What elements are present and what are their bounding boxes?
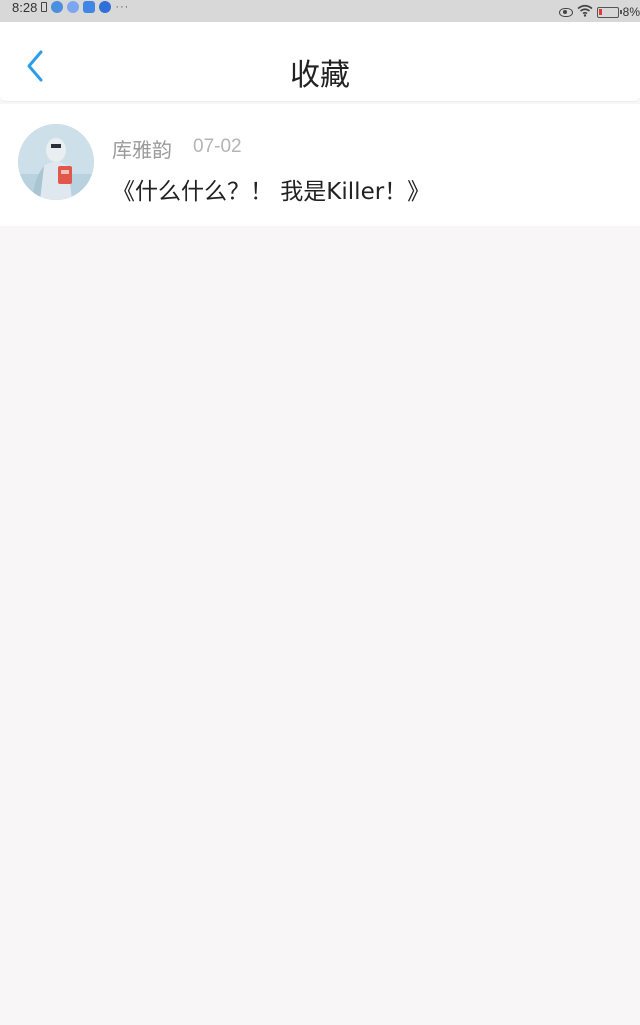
- status-bar: 8:28 ··· 8%: [0, 0, 640, 22]
- post-date: 07-02: [193, 136, 242, 157]
- status-right: 8%: [558, 4, 640, 20]
- battery-level: 8%: [622, 5, 640, 19]
- favorite-item[interactable]: 库雅韵 07-02 《什么什么？！ 我是Killer！》: [0, 104, 640, 226]
- post-title[interactable]: 《什么什么？！ 我是Killer！》: [112, 172, 430, 206]
- status-time: 8:28: [12, 0, 38, 15]
- wifi-icon: [577, 4, 593, 20]
- favorites-screen: 8:28 ··· 8% 收藏 库雅韵 07-02 《什么什么？！ 我是Kille…: [0, 0, 640, 1025]
- phone-icon: [41, 2, 48, 12]
- avatar-image: [18, 124, 94, 200]
- app-icon: [51, 1, 64, 13]
- favorites-list: 库雅韵 07-02 《什么什么？！ 我是Killer！》: [0, 104, 640, 226]
- app-icon: [99, 1, 112, 13]
- page-title: 收藏: [290, 58, 350, 93]
- battery-icon: [596, 6, 622, 18]
- top-bar: 收藏: [0, 22, 640, 102]
- eye-icon: [558, 7, 573, 17]
- cloud-icon: [83, 1, 96, 13]
- avatar[interactable]: [18, 124, 94, 200]
- author-name: 库雅韵: [112, 138, 172, 162]
- status-left: 8:28 ···: [12, 0, 130, 15]
- more-notifications: ···: [115, 1, 130, 13]
- app-icon: [67, 1, 80, 13]
